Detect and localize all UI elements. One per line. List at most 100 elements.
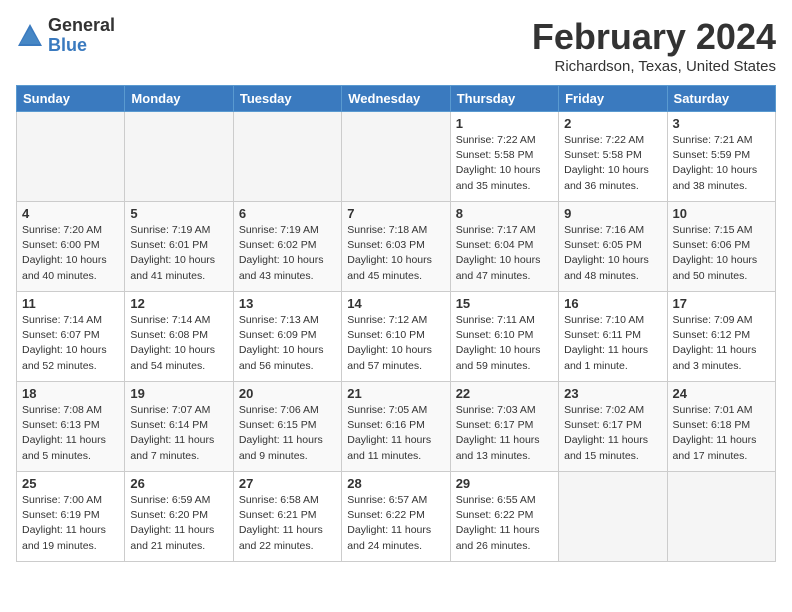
calendar-cell: 27 Sunrise: 6:58 AM Sunset: 6:21 PM Dayli…	[233, 472, 341, 562]
day-number: 21	[347, 386, 444, 401]
day-info: Sunrise: 7:05 AM Sunset: 6:16 PM Dayligh…	[347, 403, 444, 464]
day-info: Sunrise: 7:19 AM Sunset: 6:02 PM Dayligh…	[239, 223, 336, 284]
day-number: 11	[22, 296, 119, 311]
day-info: Sunrise: 7:06 AM Sunset: 6:15 PM Dayligh…	[239, 403, 336, 464]
calendar-cell: 24Sunrise: 7:01 AM Sunset: 6:18 PM Dayli…	[667, 382, 775, 472]
day-info: Sunrise: 7:16 AM Sunset: 6:05 PM Dayligh…	[564, 223, 661, 284]
calendar-cell	[125, 112, 233, 202]
calendar-cell	[559, 472, 667, 562]
calendar-cell: 26Sunrise: 6:59 AM Sunset: 6:20 PM Dayli…	[125, 472, 233, 562]
day-info: Sunrise: 7:14 AM Sunset: 6:08 PM Dayligh…	[130, 313, 227, 374]
day-info: Sunrise: 7:19 AM Sunset: 6:01 PM Dayligh…	[130, 223, 227, 284]
week-row-5: 25 Sunrise: 7:00 AM Sunset: 6:19 PM Dayli…	[17, 472, 776, 562]
calendar-cell: 3 Sunrise: 7:21 AM Sunset: 5:59 PM Daylig…	[667, 112, 775, 202]
day-info: Sunrise: 7:18 AM Sunset: 6:03 PM Dayligh…	[347, 223, 444, 284]
day-number: 14	[347, 296, 444, 311]
day-info: Sunrise: 7:11 AM Sunset: 6:10 PM Dayligh…	[456, 313, 553, 374]
header-day-saturday: Saturday	[667, 86, 775, 112]
logo-text: General Blue	[48, 16, 115, 56]
day-number: 8	[456, 206, 553, 221]
day-number: 18	[22, 386, 119, 401]
header-row: SundayMondayTuesdayWednesdayThursdayFrid…	[17, 86, 776, 112]
day-info: Sunrise: 7:09 AM Sunset: 6:12 PM Dayligh…	[673, 313, 770, 374]
calendar-cell: 15 Sunrise: 7:11 AM Sunset: 6:10 PM Dayli…	[450, 292, 558, 382]
day-number: 22	[456, 386, 553, 401]
week-row-3: 11 Sunrise: 7:14 AM Sunset: 6:07 PM Dayli…	[17, 292, 776, 382]
day-number: 16	[564, 296, 661, 311]
calendar-cell: 6 Sunrise: 7:19 AM Sunset: 6:02 PM Daylig…	[233, 202, 341, 292]
calendar-title: February 2024	[532, 16, 776, 58]
day-info: Sunrise: 7:14 AM Sunset: 6:07 PM Dayligh…	[22, 313, 119, 374]
day-info: Sunrise: 7:15 AM Sunset: 6:06 PM Dayligh…	[673, 223, 770, 284]
title-section: February 2024 Richardson, Texas, United …	[532, 16, 776, 75]
calendar-cell: 25 Sunrise: 7:00 AM Sunset: 6:19 PM Dayli…	[17, 472, 125, 562]
calendar-subtitle: Richardson, Texas, United States	[532, 58, 776, 75]
header-day-sunday: Sunday	[17, 86, 125, 112]
header-day-monday: Monday	[125, 86, 233, 112]
calendar-cell	[233, 112, 341, 202]
logo: General Blue	[16, 16, 115, 56]
calendar-cell: 2 Sunrise: 7:22 AM Sunset: 5:58 PM Daylig…	[559, 112, 667, 202]
calendar-body: 1 Sunrise: 7:22 AM Sunset: 5:58 PM Daylig…	[17, 112, 776, 562]
week-row-4: 18 Sunrise: 7:08 AM Sunset: 6:13 PM Dayli…	[17, 382, 776, 472]
calendar-cell: 16 Sunrise: 7:10 AM Sunset: 6:11 PM Dayli…	[559, 292, 667, 382]
week-row-2: 4Sunrise: 7:20 AM Sunset: 6:00 PM Daylig…	[17, 202, 776, 292]
calendar-cell: 13 Sunrise: 7:13 AM Sunset: 6:09 PM Dayli…	[233, 292, 341, 382]
day-number: 15	[456, 296, 553, 311]
calendar-cell	[667, 472, 775, 562]
day-info: Sunrise: 7:21 AM Sunset: 5:59 PM Dayligh…	[673, 133, 770, 194]
day-info: Sunrise: 7:20 AM Sunset: 6:00 PM Dayligh…	[22, 223, 119, 284]
day-number: 10	[673, 206, 770, 221]
day-info: Sunrise: 7:10 AM Sunset: 6:11 PM Dayligh…	[564, 313, 661, 374]
day-number: 1	[456, 116, 553, 131]
day-info: Sunrise: 7:03 AM Sunset: 6:17 PM Dayligh…	[456, 403, 553, 464]
calendar-cell: 29 Sunrise: 6:55 AM Sunset: 6:22 PM Dayli…	[450, 472, 558, 562]
calendar-cell: 23 Sunrise: 7:02 AM Sunset: 6:17 PM Dayli…	[559, 382, 667, 472]
day-number: 29	[456, 476, 553, 491]
day-info: Sunrise: 6:58 AM Sunset: 6:21 PM Dayligh…	[239, 493, 336, 554]
calendar-cell: 5Sunrise: 7:19 AM Sunset: 6:01 PM Daylig…	[125, 202, 233, 292]
calendar-cell: 21 Sunrise: 7:05 AM Sunset: 6:16 PM Dayli…	[342, 382, 450, 472]
day-number: 26	[130, 476, 227, 491]
calendar-cell	[17, 112, 125, 202]
day-number: 25	[22, 476, 119, 491]
calendar-header: SundayMondayTuesdayWednesdayThursdayFrid…	[17, 86, 776, 112]
calendar-cell: 12Sunrise: 7:14 AM Sunset: 6:08 PM Dayli…	[125, 292, 233, 382]
day-info: Sunrise: 7:22 AM Sunset: 5:58 PM Dayligh…	[456, 133, 553, 194]
day-number: 7	[347, 206, 444, 221]
day-number: 13	[239, 296, 336, 311]
day-number: 17	[673, 296, 770, 311]
calendar-cell: 17 Sunrise: 7:09 AM Sunset: 6:12 PM Dayli…	[667, 292, 775, 382]
calendar-cell: 7 Sunrise: 7:18 AM Sunset: 6:03 PM Daylig…	[342, 202, 450, 292]
calendar-cell: 1 Sunrise: 7:22 AM Sunset: 5:58 PM Daylig…	[450, 112, 558, 202]
header-day-wednesday: Wednesday	[342, 86, 450, 112]
page-header: General Blue February 2024 Richardson, T…	[16, 16, 776, 75]
calendar-cell: 18 Sunrise: 7:08 AM Sunset: 6:13 PM Dayli…	[17, 382, 125, 472]
calendar-cell: 10 Sunrise: 7:15 AM Sunset: 6:06 PM Dayli…	[667, 202, 775, 292]
day-number: 20	[239, 386, 336, 401]
day-info: Sunrise: 7:02 AM Sunset: 6:17 PM Dayligh…	[564, 403, 661, 464]
day-info: Sunrise: 6:55 AM Sunset: 6:22 PM Dayligh…	[456, 493, 553, 554]
day-info: Sunrise: 7:00 AM Sunset: 6:19 PM Dayligh…	[22, 493, 119, 554]
day-number: 27	[239, 476, 336, 491]
calendar-cell: 20 Sunrise: 7:06 AM Sunset: 6:15 PM Dayli…	[233, 382, 341, 472]
day-info: Sunrise: 7:08 AM Sunset: 6:13 PM Dayligh…	[22, 403, 119, 464]
calendar-cell: 11 Sunrise: 7:14 AM Sunset: 6:07 PM Dayli…	[17, 292, 125, 382]
calendar-cell: 8 Sunrise: 7:17 AM Sunset: 6:04 PM Daylig…	[450, 202, 558, 292]
day-info: Sunrise: 7:13 AM Sunset: 6:09 PM Dayligh…	[239, 313, 336, 374]
day-info: Sunrise: 7:22 AM Sunset: 5:58 PM Dayligh…	[564, 133, 661, 194]
day-info: Sunrise: 7:01 AM Sunset: 6:18 PM Dayligh…	[673, 403, 770, 464]
day-number: 6	[239, 206, 336, 221]
day-info: Sunrise: 7:07 AM Sunset: 6:14 PM Dayligh…	[130, 403, 227, 464]
day-number: 23	[564, 386, 661, 401]
day-number: 9	[564, 206, 661, 221]
day-number: 3	[673, 116, 770, 131]
day-info: Sunrise: 6:57 AM Sunset: 6:22 PM Dayligh…	[347, 493, 444, 554]
calendar-cell: 4Sunrise: 7:20 AM Sunset: 6:00 PM Daylig…	[17, 202, 125, 292]
day-number: 2	[564, 116, 661, 131]
logo-icon	[16, 22, 44, 50]
header-day-thursday: Thursday	[450, 86, 558, 112]
day-info: Sunrise: 7:17 AM Sunset: 6:04 PM Dayligh…	[456, 223, 553, 284]
calendar-cell: 14Sunrise: 7:12 AM Sunset: 6:10 PM Dayli…	[342, 292, 450, 382]
logo-blue-text: Blue	[48, 36, 115, 56]
